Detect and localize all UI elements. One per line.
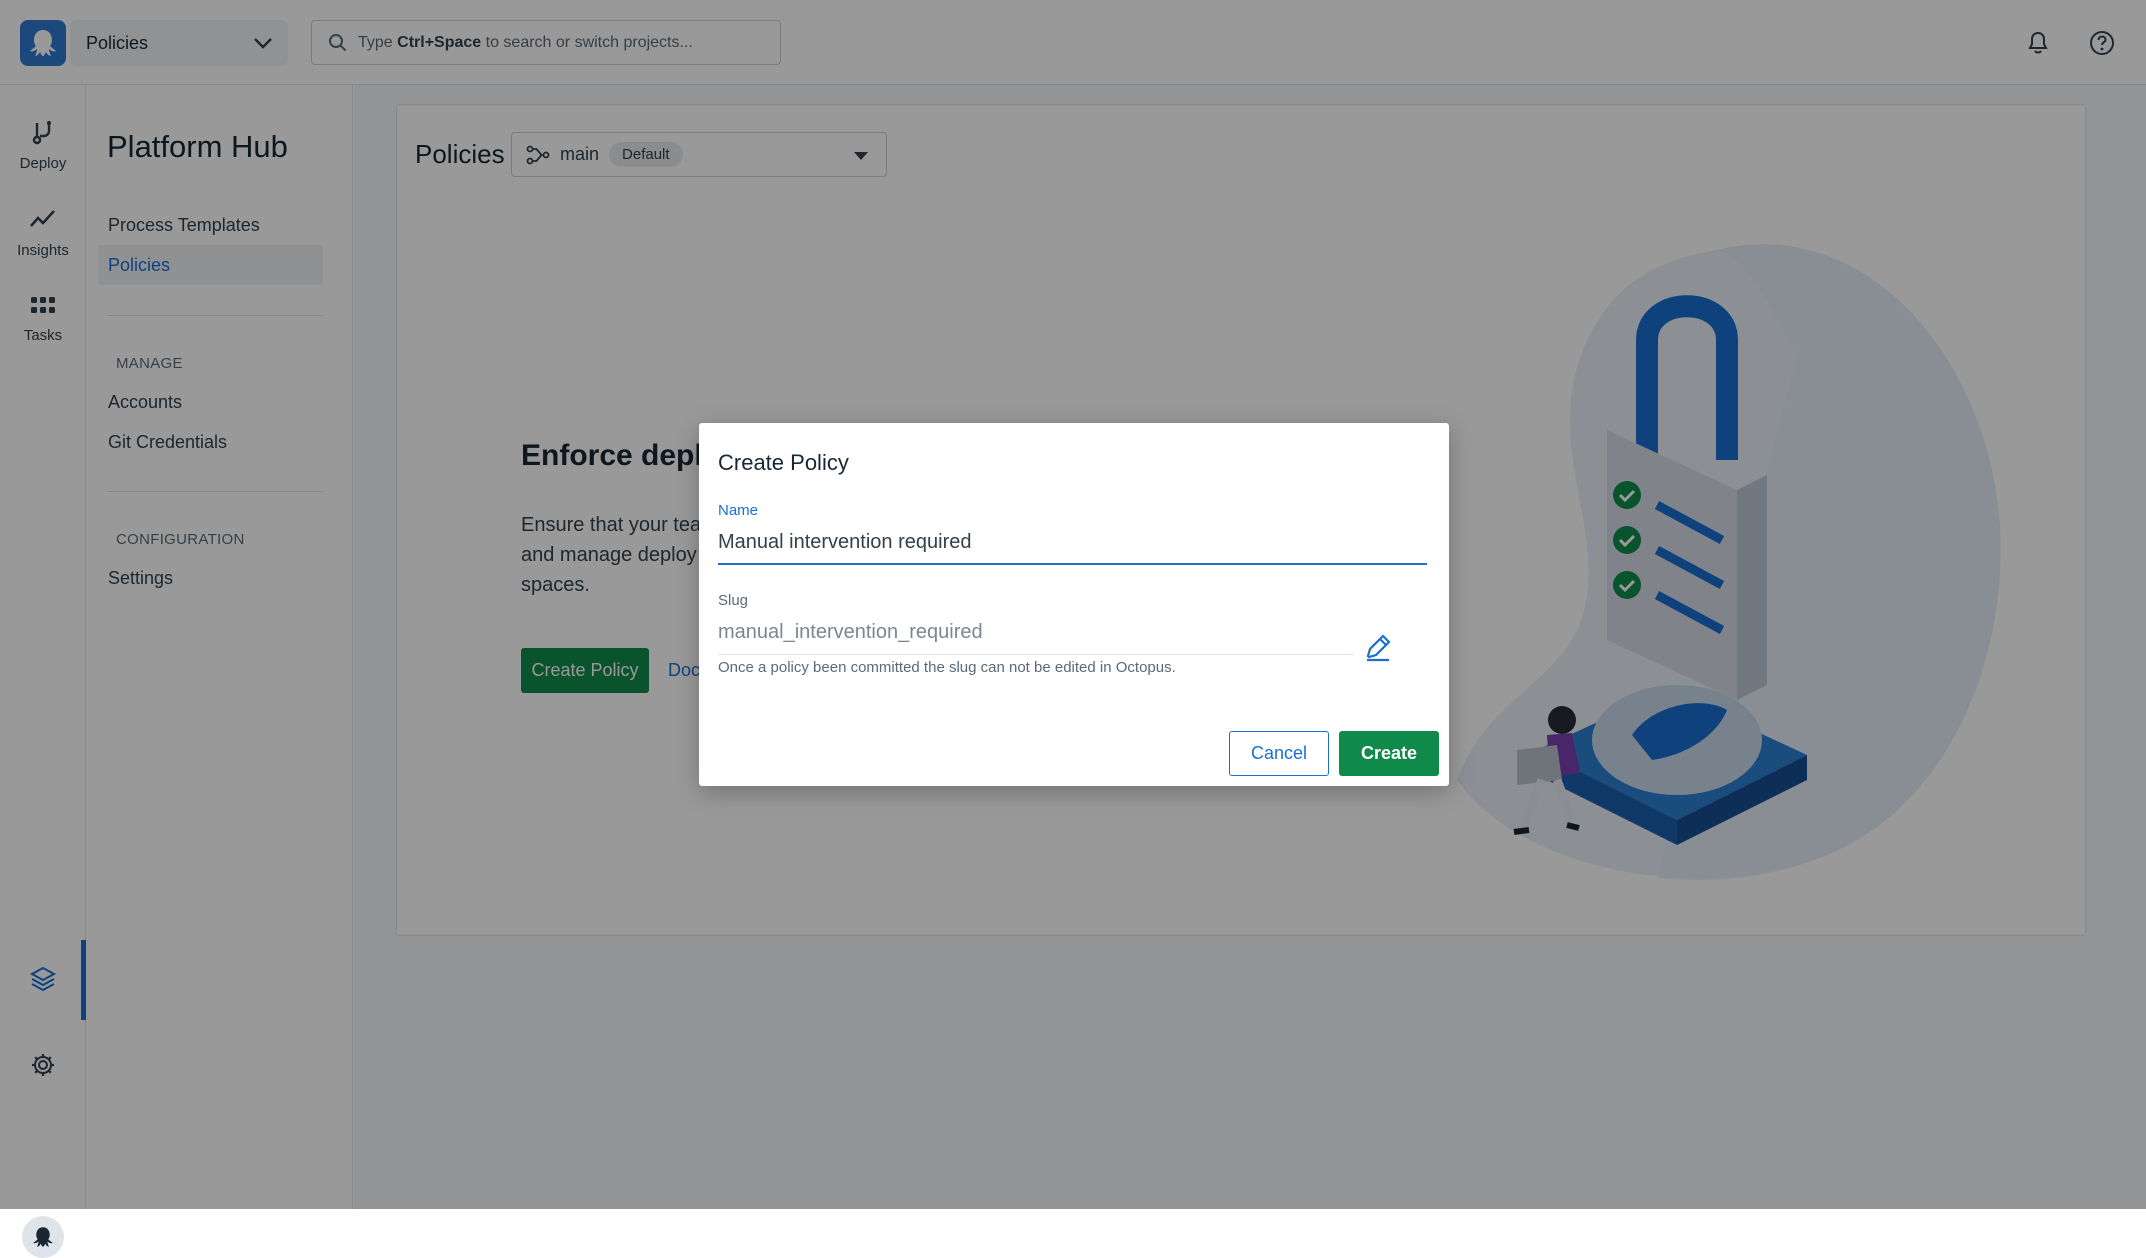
slug-input: manual_intervention_required xyxy=(718,621,1354,655)
name-label: Name xyxy=(718,502,759,519)
cancel-button[interactable]: Cancel xyxy=(1229,731,1329,776)
edit-pencil-icon[interactable] xyxy=(1363,633,1393,668)
slug-label: Slug xyxy=(718,592,749,609)
dialog-title: Create Policy xyxy=(718,450,849,475)
create-button[interactable]: Create xyxy=(1339,731,1439,776)
name-input[interactable]: Manual intervention required xyxy=(718,531,1427,565)
create-policy-dialog: Create Policy Name Manual intervention r… xyxy=(699,423,1449,786)
slug-help-text: Once a policy been committed the slug ca… xyxy=(718,659,1176,676)
avatar[interactable] xyxy=(22,1216,64,1258)
